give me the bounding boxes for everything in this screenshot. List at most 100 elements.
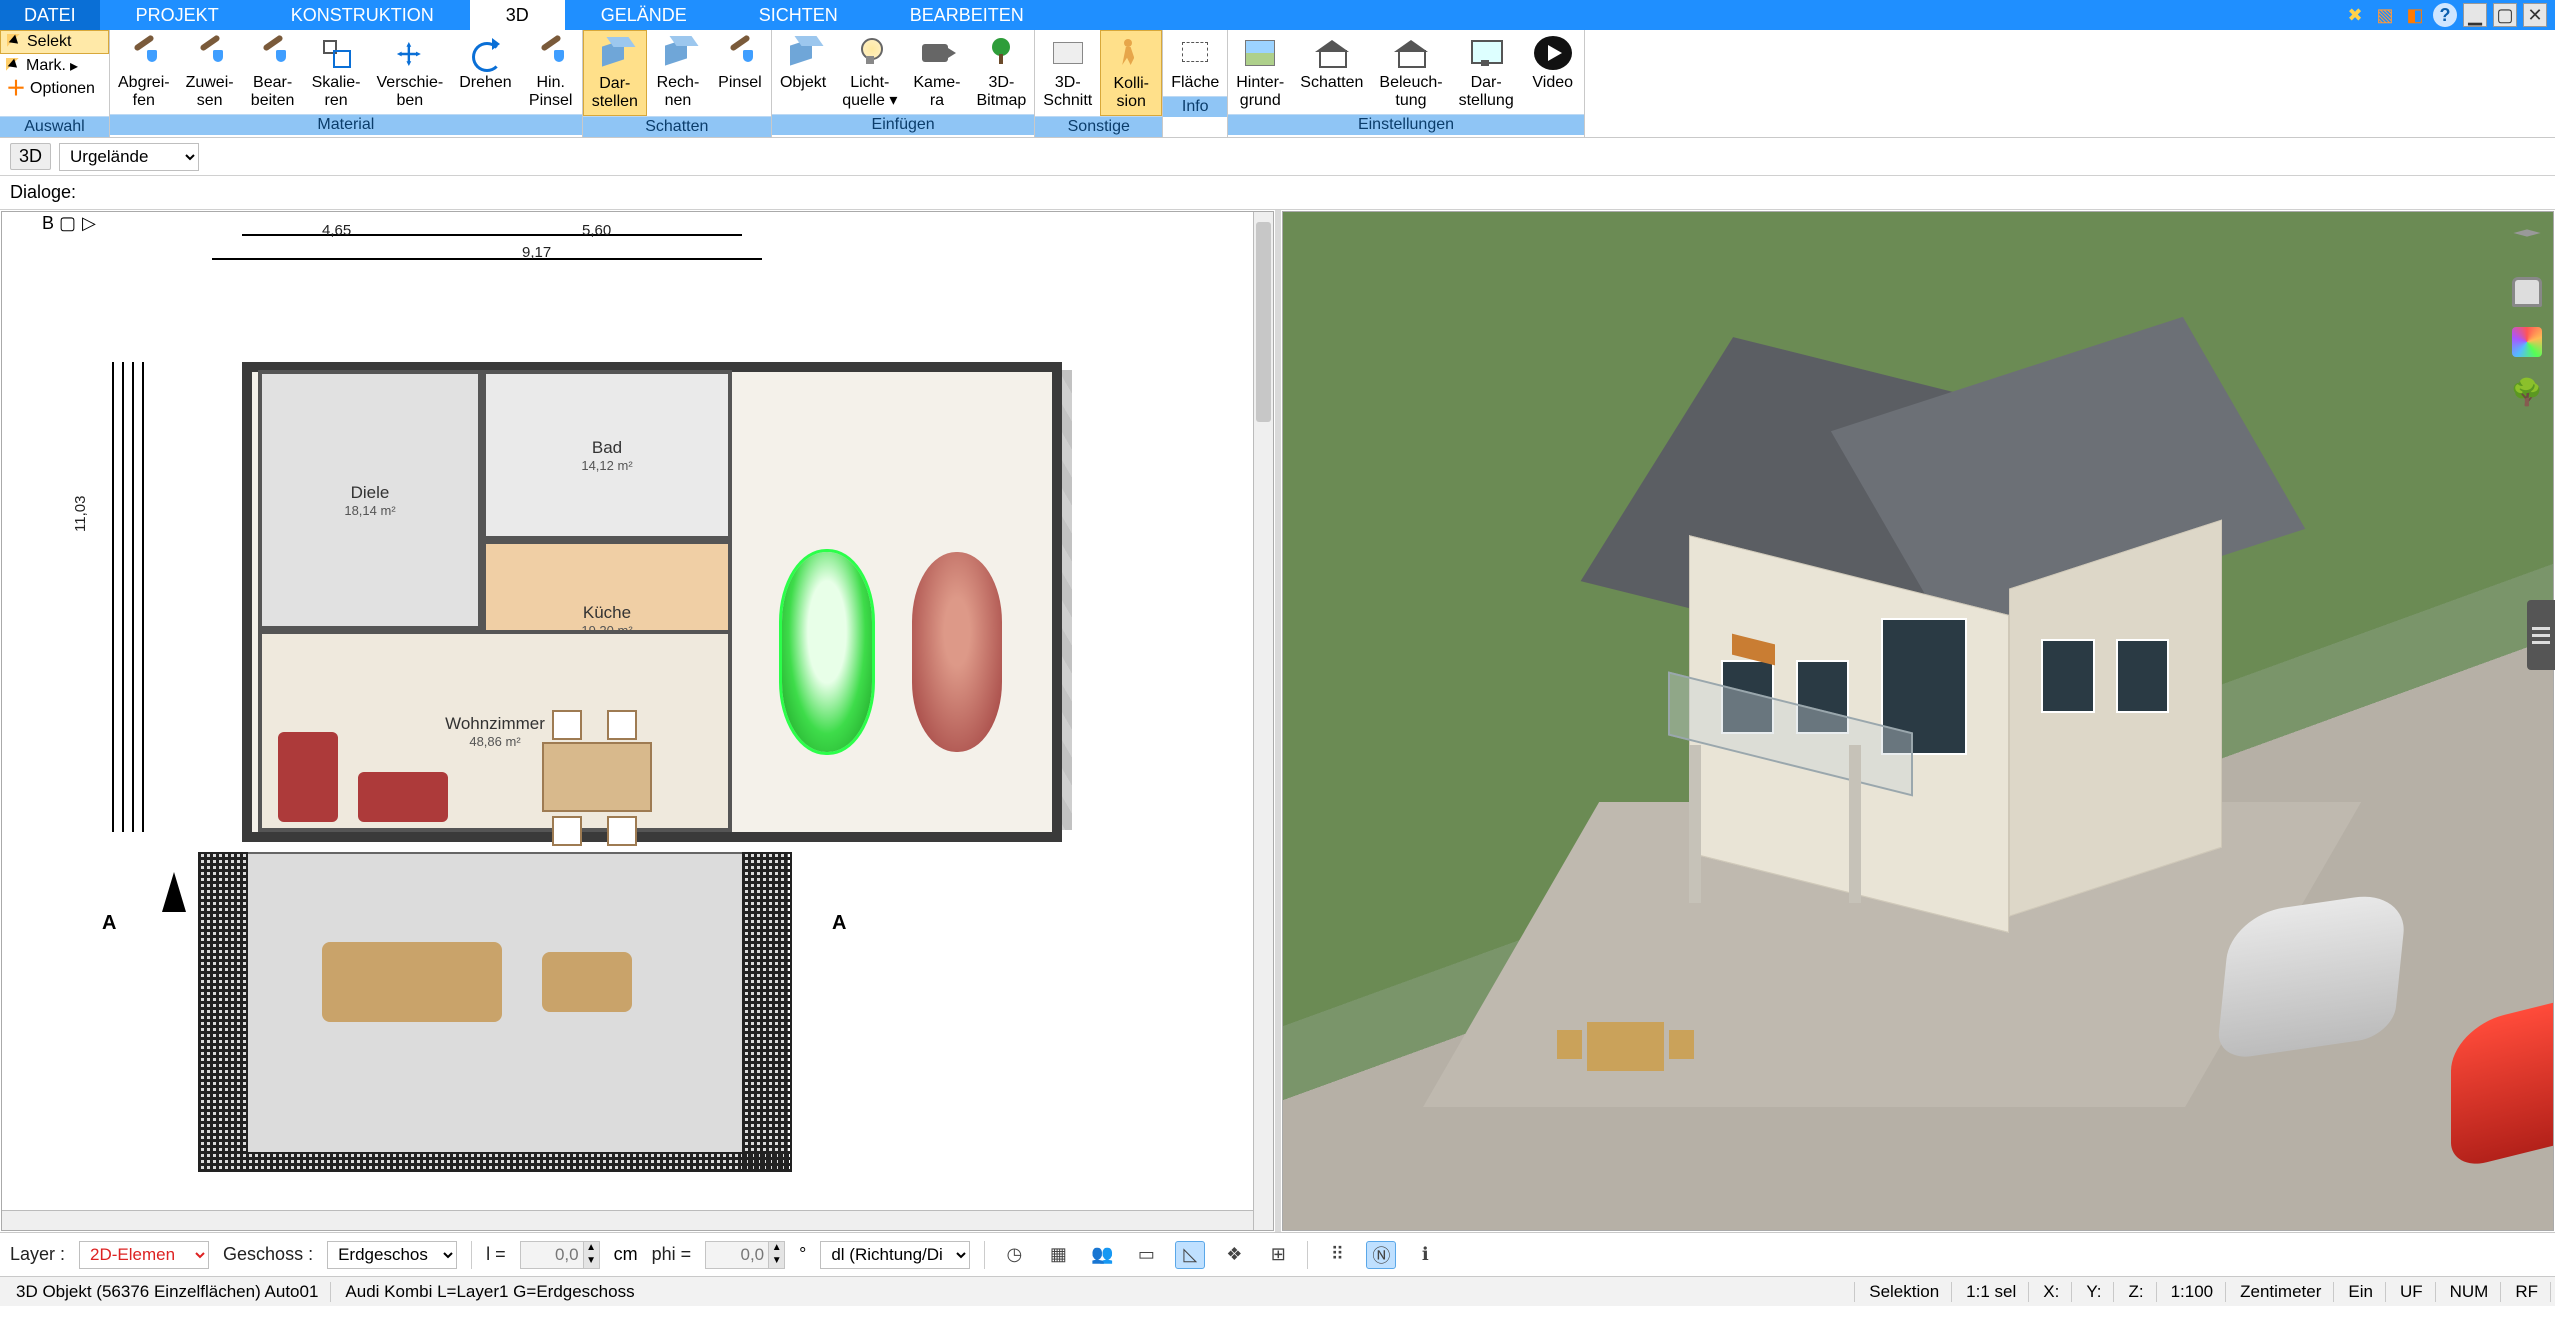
chevron-down-icon: ▸	[70, 56, 78, 76]
furniture-chair[interactable]	[607, 816, 637, 846]
palette-furniture-icon[interactable]	[2509, 274, 2545, 310]
furniture-table[interactable]	[542, 742, 652, 812]
palette-plants-icon[interactable]: 🌳	[2509, 374, 2545, 410]
snap-grid-icon[interactable]: ▦	[1043, 1241, 1073, 1269]
area2-icon	[1176, 36, 1214, 70]
spin-up[interactable]: ▲	[768, 1242, 784, 1255]
ribbon-darstellen-button[interactable]: Dar- stellen	[583, 30, 647, 116]
furniture-outdoor[interactable]	[322, 942, 502, 1022]
window	[2041, 639, 2094, 713]
floor-select[interactable]: Erdgeschos	[327, 1241, 457, 1269]
ribbon-zuweisen-button[interactable]: Zuwei- sen	[178, 30, 242, 114]
grid-dots-icon[interactable]: ⠿	[1322, 1241, 1352, 1269]
ribbon-pinsel-button[interactable]: Pinsel	[709, 30, 771, 116]
menu-3d[interactable]: 3D	[470, 0, 565, 30]
direction-select[interactable]: dl (Richtung/Di	[820, 1241, 970, 1269]
angle-input[interactable]: ▲▼	[705, 1241, 785, 1269]
angle-field[interactable]	[706, 1245, 768, 1265]
viewport-3d[interactable]	[1282, 211, 2555, 1231]
section-mark-b: B ▢	[42, 213, 96, 233]
ribbon-darstellung-button[interactable]: Dar- stellung	[1451, 30, 1522, 114]
help-icon[interactable]: ?	[2433, 3, 2457, 27]
palette-layers-icon[interactable]	[2509, 224, 2545, 260]
furniture-chair[interactable]	[552, 816, 582, 846]
furniture-outdoor[interactable]	[542, 952, 632, 1012]
ribbon-button-label: Licht- quelle ▾	[842, 74, 897, 110]
close-button[interactable]: ✕	[2523, 3, 2547, 27]
circle-n-icon[interactable]: Ⓝ	[1366, 1241, 1396, 1269]
scrollbar-vertical[interactable]	[1253, 212, 1273, 1230]
room-area: 48,86 m²	[469, 734, 520, 749]
tool-icon-3[interactable]: ◧	[2403, 3, 2427, 27]
menu-file[interactable]: DATEI	[0, 0, 100, 30]
furniture-sofa[interactable]	[278, 732, 338, 822]
ribbon-flaeche-button[interactable]: Fläche	[1163, 30, 1227, 96]
palette-materials-icon[interactable]	[2509, 324, 2545, 360]
snap-angle-icon[interactable]: ◺	[1175, 1241, 1205, 1269]
brush-icon	[254, 36, 292, 70]
ribbon-video-button[interactable]: Video	[1522, 30, 1584, 114]
ribbon-skalieren-button[interactable]: Skalie- ren	[304, 30, 369, 114]
snap-layers-icon[interactable]: ❖	[1219, 1241, 1249, 1269]
object-car-selected[interactable]	[782, 552, 872, 752]
options-mode[interactable]: ＋Optionen	[0, 78, 109, 100]
ribbon-drehen-button[interactable]: Drehen	[451, 30, 519, 114]
menu-bearbeiten[interactable]: BEARBEITEN	[874, 0, 1060, 30]
furniture-chair[interactable]	[552, 710, 582, 740]
terrain-select[interactable]: Urgelände	[59, 143, 199, 171]
spin-up[interactable]: ▲	[583, 1242, 599, 1255]
palette-grip[interactable]	[2527, 600, 2555, 670]
ribbon-kollision-button[interactable]: Kolli- sion	[1100, 30, 1162, 116]
length-field[interactable]	[521, 1245, 583, 1265]
scrollbar-thumb[interactable]	[1256, 222, 1271, 422]
menu-konstruktion[interactable]: KONSTRUKTION	[255, 0, 470, 30]
spin-down[interactable]: ▼	[583, 1255, 599, 1268]
maximize-button[interactable]: ▢	[2493, 3, 2517, 27]
ribbon-lichtquelle-button[interactable]: Licht- quelle ▾	[834, 30, 905, 114]
select-mode[interactable]: Selekt	[0, 30, 109, 54]
ribbon-hintergrund-button[interactable]: Hinter- grund	[1228, 30, 1292, 114]
ribbon-3dschnitt-button[interactable]: 3D- Schnitt	[1035, 30, 1100, 116]
info-icon[interactable]: ℹ	[1410, 1241, 1440, 1269]
scrollbar-horizontal[interactable]	[2, 1210, 1253, 1230]
brush-icon	[532, 36, 570, 70]
ribbon-rechnen-button[interactable]: Rech- nen	[647, 30, 709, 116]
ribbon-kamera-button[interactable]: Kame- ra	[905, 30, 968, 114]
minimize-button[interactable]: ▁	[2463, 3, 2487, 27]
plus-icon: ＋	[6, 82, 26, 96]
3d-scene	[1283, 212, 2554, 1230]
furniture-sofa[interactable]	[358, 772, 448, 822]
ribbon-hinpinsel-button[interactable]: Hin. Pinsel	[520, 30, 582, 114]
snap-person-icon[interactable]: 👥	[1087, 1241, 1117, 1269]
snap-tool-icon[interactable]: ▭	[1131, 1241, 1161, 1269]
room-bad[interactable]: Bad 14,12 m²	[482, 370, 732, 540]
menu-projekt[interactable]: PROJEKT	[100, 0, 255, 30]
menu-sichten[interactable]: SICHTEN	[723, 0, 874, 30]
titlebar-buttons: ✖ ▧ ◧ ? ▁ ▢ ✕	[2343, 0, 2555, 30]
furniture-chair[interactable]	[607, 710, 637, 740]
hedge	[198, 1152, 792, 1172]
ribbon-schatten2-button[interactable]: Schatten	[1292, 30, 1371, 114]
ribbon-3dbitmap-button[interactable]: 3D- Bitmap	[969, 30, 1035, 114]
ribbon-abgreifen-button[interactable]: Abgrei- fen	[110, 30, 178, 114]
tool-icon-2[interactable]: ▧	[2373, 3, 2397, 27]
ribbon-verschieben-button[interactable]: Verschie- ben	[369, 30, 452, 114]
ribbon-beleuchtung-button[interactable]: Beleuch- tung	[1371, 30, 1450, 114]
mark-mode[interactable]: Mark. ▸	[0, 54, 109, 78]
viewport-2d[interactable]: 4,65 5,60 9,17 11,03 B ▢ Bad 14,12 m² Di…	[1, 211, 1274, 1231]
menu-gelaende[interactable]: GELÄNDE	[565, 0, 723, 30]
ribbon-objekt-button[interactable]: Objekt	[772, 30, 834, 114]
ribbon-bearbeiten-button[interactable]: Bear- beiten	[242, 30, 304, 114]
room-diele[interactable]: Diele 18,14 m²	[258, 370, 482, 630]
snap-ortho-icon[interactable]: ⊞	[1263, 1241, 1293, 1269]
room-area: 18,14 m²	[344, 503, 395, 518]
tool-icon-1[interactable]: ✖	[2343, 3, 2367, 27]
section-mark-a: A	[102, 912, 116, 935]
view-splitter[interactable]	[1275, 210, 1281, 1232]
length-input[interactable]: ▲▼	[520, 1241, 600, 1269]
spin-down[interactable]: ▼	[768, 1255, 784, 1268]
layer-select[interactable]: 2D-Elemen	[79, 1241, 209, 1269]
object-car[interactable]	[912, 552, 1002, 752]
snap-time-icon[interactable]: ◷	[999, 1241, 1029, 1269]
length-label: l =	[486, 1244, 506, 1265]
